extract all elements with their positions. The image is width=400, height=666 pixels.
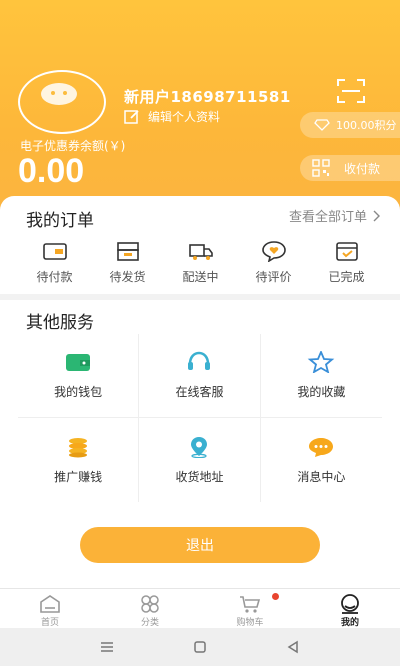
service-message-center[interactable]: 消息中心 [261, 418, 382, 502]
diamond-icon [314, 119, 330, 131]
star-icon [308, 351, 335, 373]
order-item-label: 已完成 [328, 270, 365, 284]
avatar-placeholder-icon [41, 83, 77, 105]
home-icon [40, 595, 60, 613]
services-card: 其他服务 我的钱包 在线客服 我的收藏 推广赚钱 收货地址 消息中心 [0, 300, 400, 508]
wallet-icon [66, 354, 91, 371]
edit-profile-link[interactable]: 编辑个人资料 [124, 108, 220, 125]
scan-icon[interactable] [336, 78, 366, 104]
orders-card: 我的订单 查看全部订单 待付款 待发货 配送中 待评价 已完成 [0, 196, 400, 294]
home-square-icon[interactable] [192, 639, 208, 655]
coins-icon [69, 437, 88, 457]
tab-label: 我的 [340, 618, 359, 628]
edit-profile-label: 编辑个人资料 [148, 110, 221, 124]
service-label: 在线客服 [175, 385, 224, 399]
service-label: 我的钱包 [54, 385, 103, 399]
service-shipping-address[interactable]: 收货地址 [139, 418, 261, 502]
location-pin-icon [191, 436, 208, 458]
category-icon [141, 595, 159, 613]
menu-icon[interactable] [99, 639, 115, 655]
order-item-label: 配送中 [182, 270, 219, 284]
order-pending-shipment[interactable]: 待发货 [91, 240, 164, 285]
chevron-right-icon [373, 210, 380, 221]
orders-title: 我的订单 [26, 211, 94, 231]
order-pending-payment[interactable]: 待付款 [18, 240, 91, 285]
view-all-orders-label: 查看全部订单 [288, 210, 367, 225]
order-in-delivery[interactable]: 配送中 [164, 240, 237, 285]
services-title: 其他服务 [26, 313, 94, 333]
order-status-row: 待付款 待发货 配送中 待评价 已完成 [0, 240, 400, 285]
tab-mine[interactable]: 我的 [300, 589, 400, 628]
order-pending-review[interactable]: 待评价 [237, 240, 310, 285]
services-grid: 我的钱包 在线客服 我的收藏 推广赚钱 收货地址 消息中心 [18, 334, 382, 502]
view-all-orders-link[interactable]: 查看全部订单 [289, 206, 380, 225]
order-completed[interactable]: 已完成 [310, 240, 383, 285]
tab-label: 分类 [140, 618, 159, 628]
heart-chat-icon [261, 241, 286, 262]
box-print-icon [116, 242, 139, 261]
username: 新用户18698711581 [124, 88, 291, 106]
order-item-label: 待发货 [109, 270, 146, 284]
service-label: 消息中心 [297, 469, 346, 484]
profile-header: 新用户18698711581 编辑个人资料 100.00积分 收付款 电子优惠券… [0, 0, 400, 220]
pay-button[interactable]: 收付款 [300, 155, 400, 181]
logout-area: 退出 [0, 508, 400, 588]
cart-badge-dot [272, 593, 279, 600]
service-promote-earn[interactable]: 推广赚钱 [18, 418, 140, 502]
tab-home[interactable]: 首页 [0, 589, 100, 628]
wallet-card-icon [42, 243, 67, 260]
order-item-label: 待评价 [255, 270, 292, 284]
tab-cart[interactable]: 购物车 [200, 589, 300, 628]
tab-label: 购物车 [236, 618, 264, 628]
qr-code-icon [312, 159, 330, 177]
system-nav-bar [0, 628, 400, 666]
tab-label: 首页 [40, 618, 59, 628]
pay-label: 收付款 [344, 161, 381, 176]
check-box-icon [335, 242, 358, 261]
service-label: 收货地址 [175, 469, 224, 484]
service-favorites[interactable]: 我的收藏 [260, 334, 382, 418]
avatar[interactable] [18, 70, 106, 134]
bottom-tab-bar: 首页 分类 购物车 我的 [0, 588, 400, 628]
logout-button[interactable]: 退出 [80, 527, 320, 563]
coupon-balance-amount: 0.00 [18, 152, 85, 190]
service-wallet[interactable]: 我的钱包 [18, 334, 140, 418]
order-item-label: 待付款 [36, 270, 73, 284]
headset-icon [188, 351, 211, 370]
service-customer-support[interactable]: 在线客服 [139, 334, 261, 418]
service-label: 推广赚钱 [54, 469, 103, 484]
points-label: 100.00积分 [336, 119, 397, 132]
tab-category[interactable]: 分类 [100, 589, 200, 628]
cart-icon [240, 596, 261, 613]
truck-icon [188, 244, 213, 260]
chat-bubble-icon [309, 437, 334, 457]
back-triangle-icon[interactable] [285, 639, 301, 655]
points-badge[interactable]: 100.00积分 [300, 112, 400, 138]
edit-icon [124, 109, 139, 124]
profile-icon [341, 594, 359, 614]
service-label: 我的收藏 [297, 385, 346, 399]
